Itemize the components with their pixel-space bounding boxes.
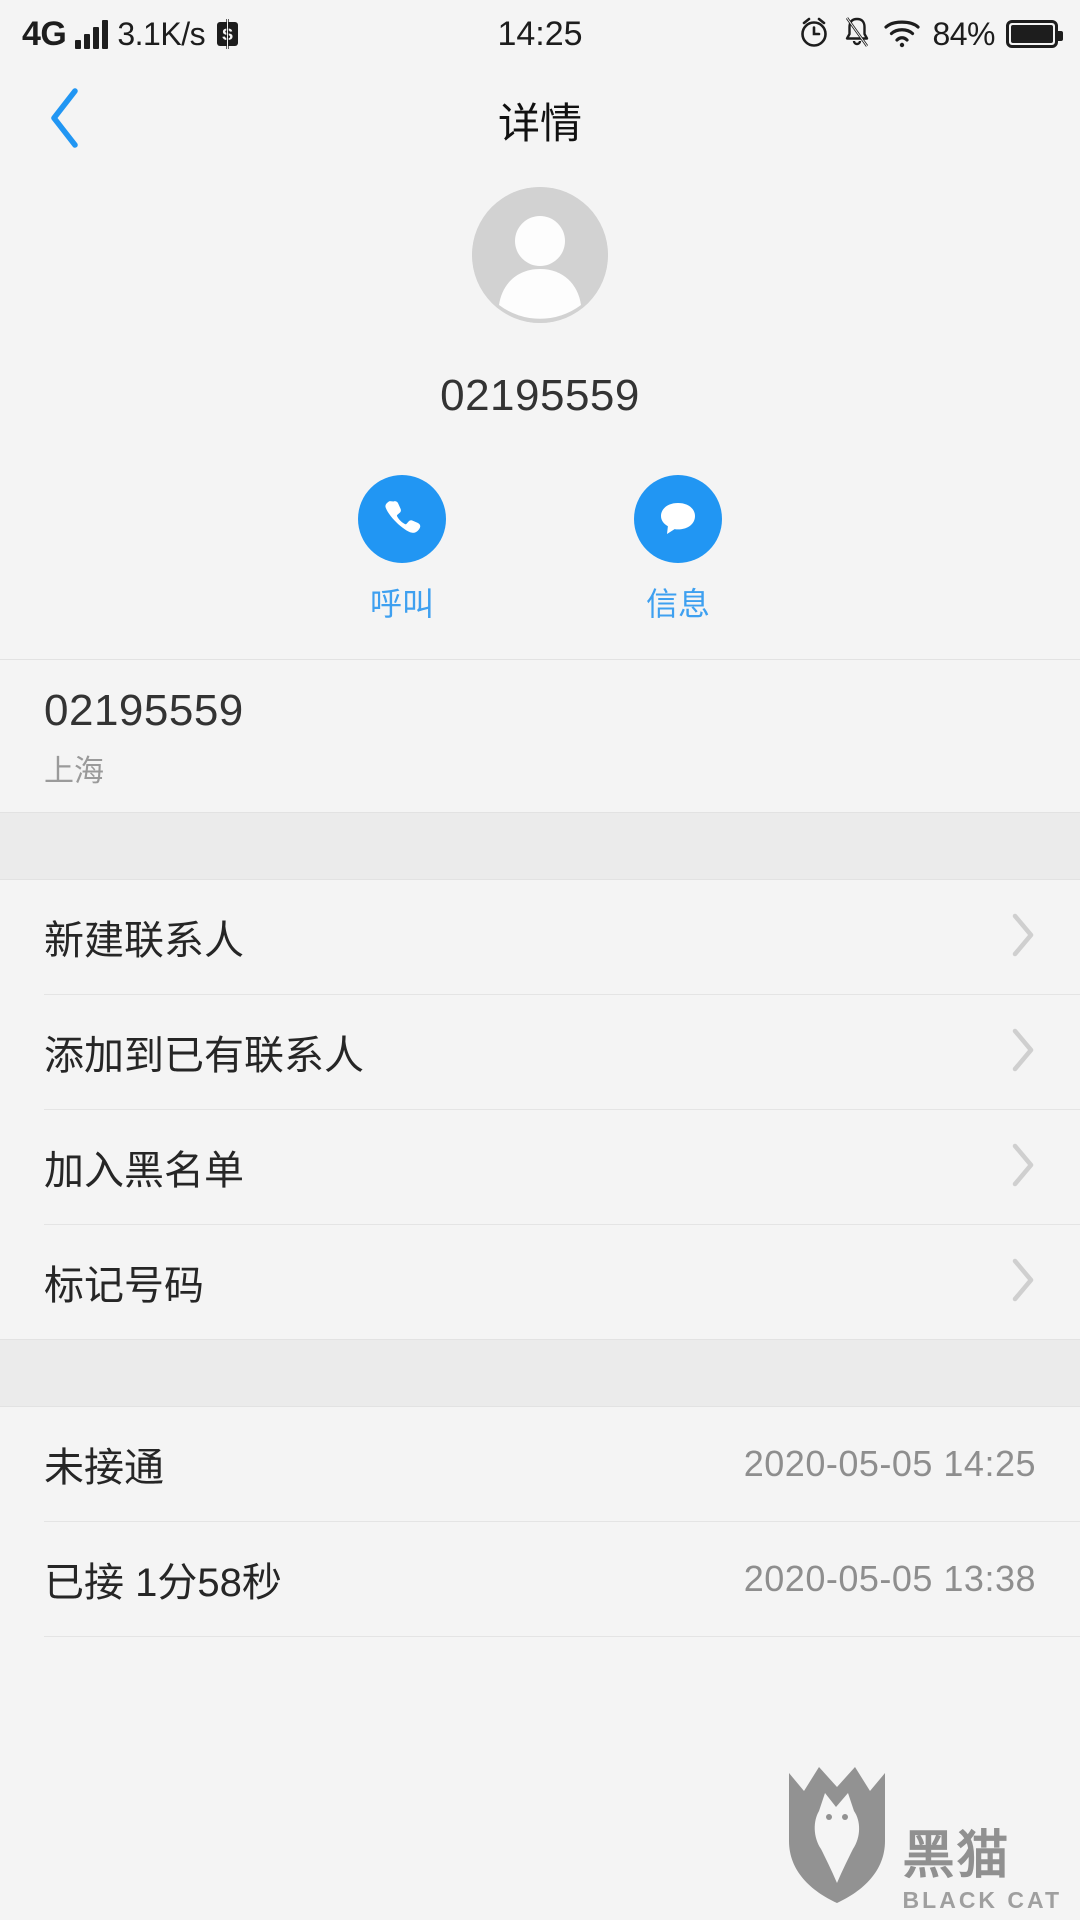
menu-item-label: 加入黑名单: [44, 1149, 244, 1193]
menu-item-label: 新建联系人: [44, 919, 244, 963]
message-button[interactable]: 信息: [598, 475, 758, 625]
status-bar-left: 4G 3.1K/s S: [22, 15, 241, 54]
alarm-clock-icon: [797, 15, 831, 54]
signal-bars-icon: [75, 19, 109, 49]
black-cat-shield-icon: [779, 1757, 895, 1912]
call-button-label: 呼叫: [369, 586, 434, 622]
status-bar-right: 84%: [797, 15, 1063, 54]
s-badge-icon: S: [214, 19, 241, 49]
battery-icon: [1006, 20, 1063, 48]
call-log-state: 未接通: [44, 1446, 164, 1490]
menu-item-new-contact[interactable]: 新建联系人: [0, 880, 1080, 994]
default-person-avatar-icon: [472, 187, 608, 323]
number-value: 02195559: [44, 686, 244, 735]
message-bubble-icon: [654, 493, 702, 546]
menu-item-label: 标记号码: [44, 1264, 204, 1308]
contact-number-heading: 02195559: [440, 371, 640, 420]
chevron-left-icon: [44, 86, 88, 155]
chevron-right-icon: [1010, 1142, 1036, 1193]
watermark: 黑猫 BLACK CAT: [779, 1757, 1062, 1912]
divider: [44, 1636, 1080, 1637]
message-button-circle: [634, 475, 722, 563]
watermark-en-label: BLACK CAT: [902, 1887, 1062, 1913]
back-button[interactable]: [30, 81, 102, 161]
menu-item-add-to-existing-contact[interactable]: 添加到已有联系人: [0, 995, 1080, 1109]
wifi-icon: [883, 16, 921, 53]
menu-item-label: 添加到已有联系人: [44, 1034, 364, 1078]
call-log-row[interactable]: 已接 1分58秒 2020-05-05 13:38: [0, 1522, 1080, 1636]
menu-item-mark-number[interactable]: 标记号码: [0, 1225, 1080, 1339]
number-location: 上海: [44, 755, 104, 788]
number-info-row[interactable]: 02195559 上海: [0, 660, 1080, 812]
call-log-time: 2020-05-05 13:38: [743, 1558, 1036, 1599]
section-gap: [0, 1339, 1080, 1407]
call-button[interactable]: 呼叫: [322, 475, 482, 625]
nav-bar: 详情: [0, 68, 1080, 173]
status-bar: 4G 3.1K/s S 14:25: [0, 0, 1080, 68]
call-log-state: 已接 1分58秒: [44, 1561, 282, 1605]
profile-header: 02195559: [0, 173, 1080, 421]
action-buttons: 呼叫 信息: [0, 475, 1080, 659]
phone-icon: [378, 493, 426, 546]
chevron-right-icon: [1010, 912, 1036, 963]
menu-list: 新建联系人 添加到已有联系人 加入黑名单 标记号码: [0, 880, 1080, 1339]
call-button-circle: [358, 475, 446, 563]
call-log-row[interactable]: 未接通 2020-05-05 14:25: [0, 1407, 1080, 1521]
menu-item-add-to-blacklist[interactable]: 加入黑名单: [0, 1110, 1080, 1224]
battery-percent-label: 84%: [932, 15, 995, 52]
network-type-label: 4G: [22, 14, 67, 53]
chevron-right-icon: [1010, 1027, 1036, 1078]
section-gap: [0, 812, 1080, 880]
call-log-time: 2020-05-05 14:25: [743, 1443, 1036, 1484]
call-log-list: 未接通 2020-05-05 14:25 已接 1分58秒 2020-05-05…: [0, 1407, 1080, 1637]
chevron-right-icon: [1010, 1257, 1036, 1308]
message-button-label: 信息: [645, 586, 710, 622]
watermark-cn-label: 黑猫: [902, 1827, 1011, 1885]
watermark-text: 黑猫 BLACK CAT: [903, 1830, 1062, 1912]
bell-muted-icon: [842, 15, 872, 54]
network-speed-label: 3.1K/s: [117, 15, 206, 52]
page-title: 详情: [497, 100, 582, 147]
avatar[interactable]: [472, 187, 608, 323]
